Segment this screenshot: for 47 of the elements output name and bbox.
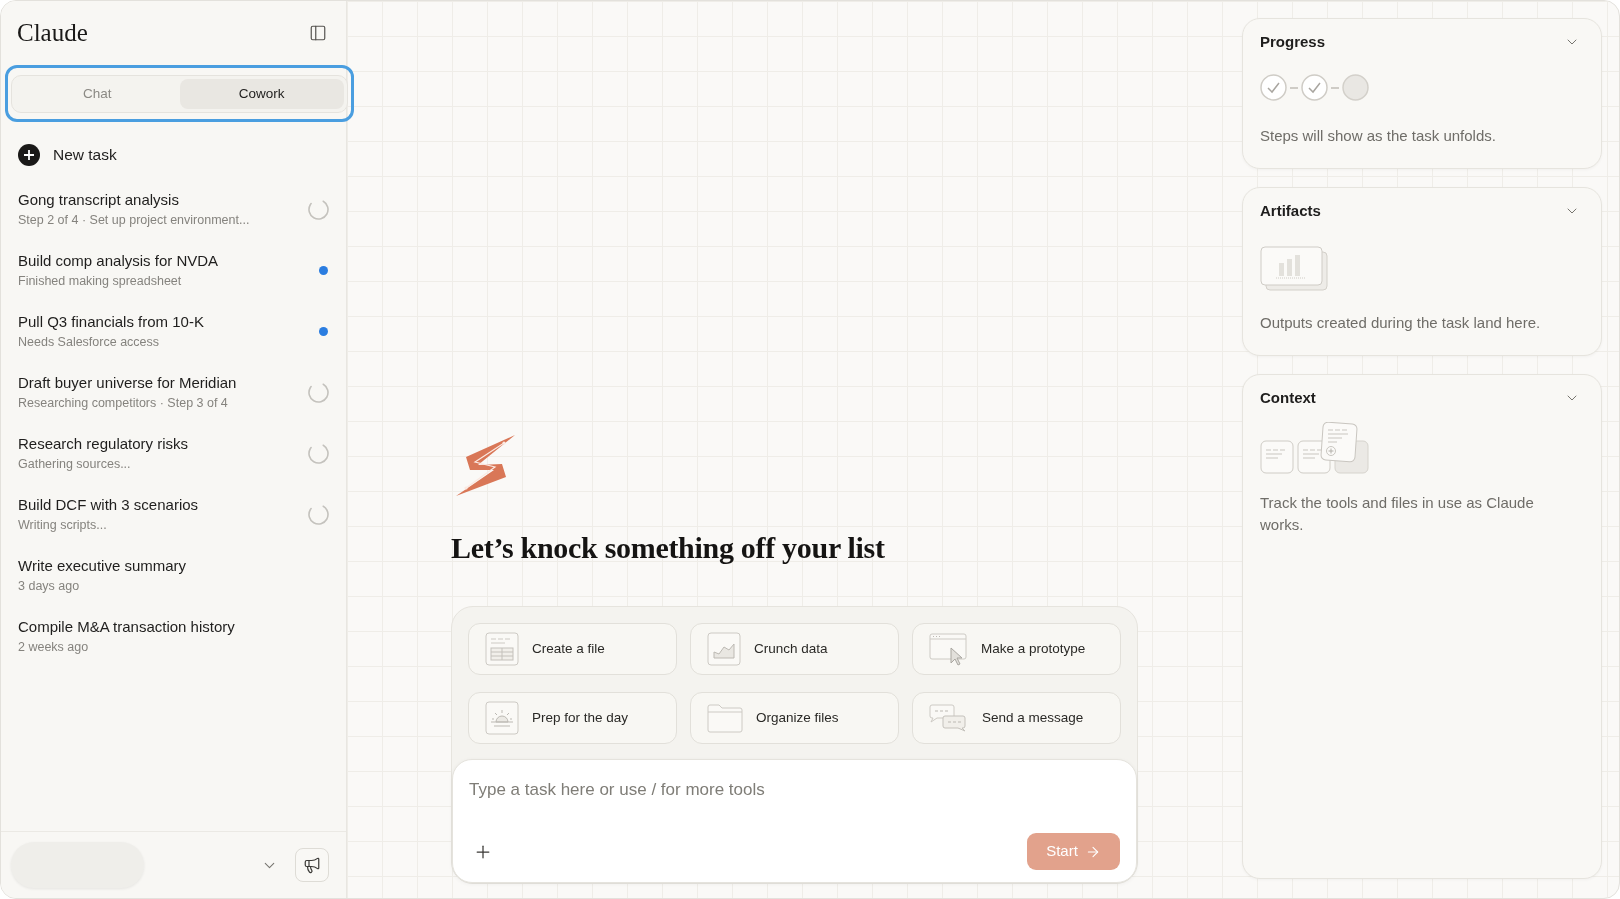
task-subtitle: Needs Salesforce access <box>18 334 161 351</box>
panel-title: Context <box>1260 387 1316 408</box>
app-title: Claude <box>17 19 88 47</box>
panel-title: Artifacts <box>1260 200 1321 221</box>
task-subtitle: 2 weeks ago <box>18 639 90 656</box>
quick-action-button[interactable]: Send a message <box>912 692 1121 744</box>
task-title[interactable]: Research regulatory risks <box>18 434 189 454</box>
task-subtitle: Researching competitors · Step 3 of 4 <box>18 395 229 412</box>
panel-description: Steps will show as the task unfolds. <box>1260 126 1497 146</box>
task-subtitle: Step 2 of 4 · Set up project environment... <box>18 212 250 229</box>
announcements-button[interactable] <box>295 848 329 882</box>
sunrise-icon <box>485 701 519 735</box>
panel-description: Outputs created during the task land here. <box>1260 313 1542 333</box>
folder-icon <box>707 703 743 733</box>
panel-description: Track the tools and files in use as Claude works. <box>1260 493 1535 535</box>
mode-tab[interactable]: Cowork <box>179 79 344 109</box>
quick-action-button[interactable]: Create a file <box>468 623 677 675</box>
task-title[interactable]: Gong transcript analysis <box>18 190 250 210</box>
quick-action-button[interactable]: Crunch data <box>690 623 899 675</box>
task-title[interactable]: Build DCF with 3 scenarios <box>18 495 199 515</box>
quick-action-button[interactable]: Organize files <box>690 692 899 744</box>
quick-action-button[interactable]: Prep for the day <box>468 692 677 744</box>
step-connector <box>1290 86 1298 89</box>
bolt-logo-icon <box>456 435 515 497</box>
task-input[interactable]: Type a task here or use / for more tools <box>469 777 1120 803</box>
area-chart-icon <box>707 632 741 666</box>
task-title[interactable]: Pull Q3 financials from 10-K <box>18 312 204 332</box>
step-connector <box>1331 86 1339 89</box>
task-subtitle: Gathering sources... <box>18 456 132 473</box>
browser-cursor-icon <box>929 632 968 666</box>
page-heading: Let’s knock something off your list <box>451 531 886 565</box>
chart-cards-illustration <box>1260 246 1328 291</box>
task-title[interactable]: Write executive summary <box>18 556 187 576</box>
task-title[interactable]: Draft buyer universe for Meridian <box>18 373 237 393</box>
panel-title: Progress <box>1260 31 1326 52</box>
sidebar-toggle-icon[interactable] <box>309 24 327 42</box>
task-subtitle: 3 days ago <box>18 578 81 595</box>
task-title[interactable]: Build comp analysis for NVDA <box>18 251 219 271</box>
quick-action-button[interactable]: Make a prototype <box>912 623 1121 675</box>
chat-bubbles-icon <box>929 704 969 732</box>
plus-circle-icon <box>18 144 40 166</box>
task-subtitle: Writing scripts... <box>18 517 108 534</box>
task-title[interactable]: Compile M&A transaction history <box>18 617 235 637</box>
new-task-button[interactable]: New task <box>18 144 117 166</box>
spreadsheet-icon <box>485 632 519 666</box>
megaphone-icon <box>303 856 321 874</box>
task-subtitle: Finished making spreadsheet <box>18 273 183 290</box>
